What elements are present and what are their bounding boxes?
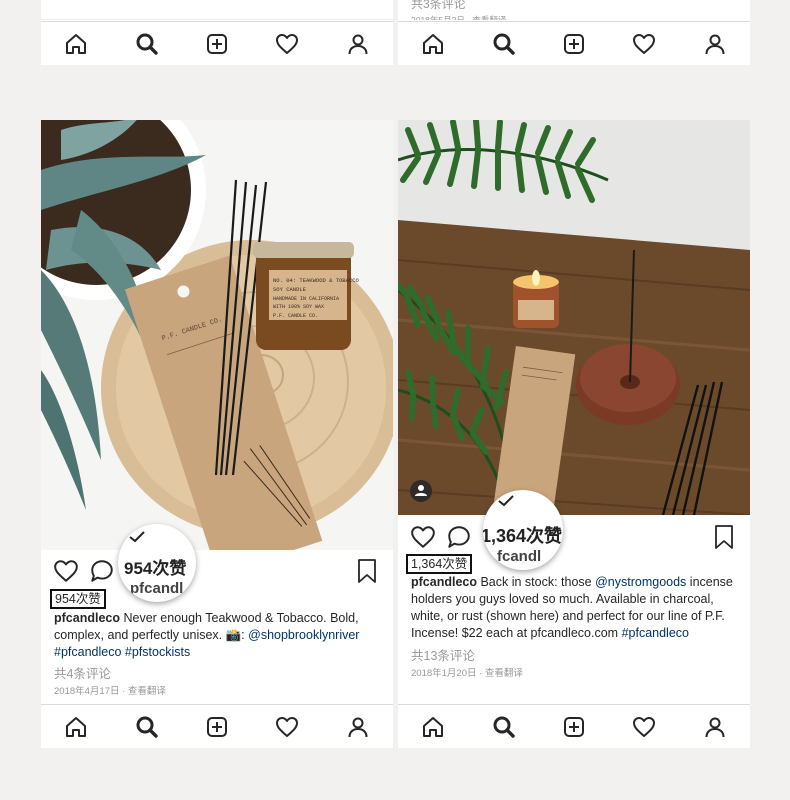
- caption-text-part-1: Back in stock: those: [477, 575, 596, 589]
- search-icon[interactable]: [491, 714, 517, 740]
- likes-magnifier-callout: 1,364次赞 fcandl: [483, 490, 563, 570]
- post-caption: pfcandleco Back in stock: those @nystrom…: [411, 574, 741, 642]
- heart-icon[interactable]: [631, 31, 657, 57]
- post-card-right: 1,364次赞 fcandl 1,364次赞 pfcandleco Back i…: [398, 120, 750, 704]
- post-card-left: P.F. CANDLE CO. NO. 04: TEAKWOOD & TOBAC…: [41, 120, 393, 704]
- post-date: 2018年1月20日 · 查看翻译: [411, 668, 523, 679]
- jar-label-line-5: P.F. CANDLE CO.: [273, 313, 318, 319]
- heart-icon[interactable]: [274, 31, 300, 57]
- like-heart-icon[interactable]: [53, 558, 79, 584]
- post-caption: pfcandleco Never enough Teakwood & Tobac…: [54, 610, 384, 661]
- caption-mention[interactable]: @nystromgoods: [595, 575, 686, 589]
- magnified-username-fragment: fcandl: [497, 548, 542, 565]
- caption-hashtags[interactable]: #pfcandleco #pfstockists: [54, 645, 190, 659]
- comment-bubble-icon[interactable]: [89, 558, 115, 584]
- home-icon[interactable]: [63, 714, 89, 740]
- like-heart-icon[interactable]: [410, 524, 436, 550]
- bottom-nav-bar-left: [41, 704, 393, 748]
- comment-bubble-icon[interactable]: [446, 524, 472, 550]
- bottom-nav-bar-right: [398, 704, 750, 748]
- checkmark-icon: [129, 531, 145, 543]
- caption-username[interactable]: pfcandleco: [411, 575, 477, 589]
- likes-magnifier-callout: 954次赞 pfcandl: [118, 524, 196, 602]
- caption-username[interactable]: pfcandleco: [54, 611, 120, 625]
- profile-icon[interactable]: [345, 714, 371, 740]
- magnified-likes-text: 1,364次赞: [483, 526, 563, 546]
- comment-count[interactable]: 共3条评论: [411, 0, 466, 12]
- magnified-username-fragment: pfcandl: [130, 580, 184, 597]
- bookmark-icon[interactable]: [713, 524, 735, 550]
- magnified-likes-text: 954次赞: [124, 559, 187, 578]
- post-photo[interactable]: P.F. CANDLE CO. NO. 04: TEAKWOOD & TOBAC…: [41, 120, 393, 550]
- profile-icon[interactable]: [702, 31, 728, 57]
- post-date: 2018年4月17日 · 查看翻译: [54, 686, 166, 697]
- add-post-icon[interactable]: [561, 714, 587, 740]
- jar-label-line-2: SOY CANDLE: [273, 286, 307, 293]
- profile-icon[interactable]: [702, 714, 728, 740]
- bottom-nav-bar-top-left: [41, 21, 393, 65]
- add-post-icon[interactable]: [561, 31, 587, 57]
- post-date: 2018年5月2日 · 查看翻译: [411, 15, 507, 20]
- caption-mention[interactable]: @shopbrooklynriver: [248, 628, 359, 642]
- comment-count[interactable]: 共4条评论: [54, 663, 111, 682]
- likes-count[interactable]: 954次赞: [50, 589, 106, 609]
- comment-count[interactable]: 共13条评论: [411, 645, 475, 664]
- home-icon[interactable]: [420, 31, 446, 57]
- add-post-icon[interactable]: [204, 714, 230, 740]
- jar-label-line-1: NO. 04: TEAKWOOD & TOBACCO: [273, 277, 360, 284]
- jar-label-line-4: WITH 100% SOY WAX: [273, 304, 324, 310]
- tagged-user-icon[interactable]: [410, 480, 432, 502]
- profile-icon[interactable]: [345, 31, 371, 57]
- bookmark-icon[interactable]: [356, 558, 378, 584]
- search-icon[interactable]: [134, 31, 160, 57]
- caption-hashtag[interactable]: #pfcandleco: [622, 626, 689, 640]
- bottom-nav-bar-top-right: [398, 21, 750, 65]
- heart-icon[interactable]: [274, 714, 300, 740]
- post-actions-bar: [53, 556, 378, 586]
- home-icon[interactable]: [420, 714, 446, 740]
- heart-icon[interactable]: [631, 714, 657, 740]
- likes-count[interactable]: 1,364次赞: [406, 554, 473, 574]
- add-post-icon[interactable]: [204, 31, 230, 57]
- jar-label-line-3: HANDMADE IN CALIFORNIA: [273, 296, 339, 302]
- checkmark-icon: [498, 495, 514, 507]
- search-icon[interactable]: [491, 31, 517, 57]
- post-photo[interactable]: [398, 120, 750, 515]
- search-icon[interactable]: [134, 714, 160, 740]
- home-icon[interactable]: [63, 31, 89, 57]
- post-actions-bar: [410, 522, 735, 552]
